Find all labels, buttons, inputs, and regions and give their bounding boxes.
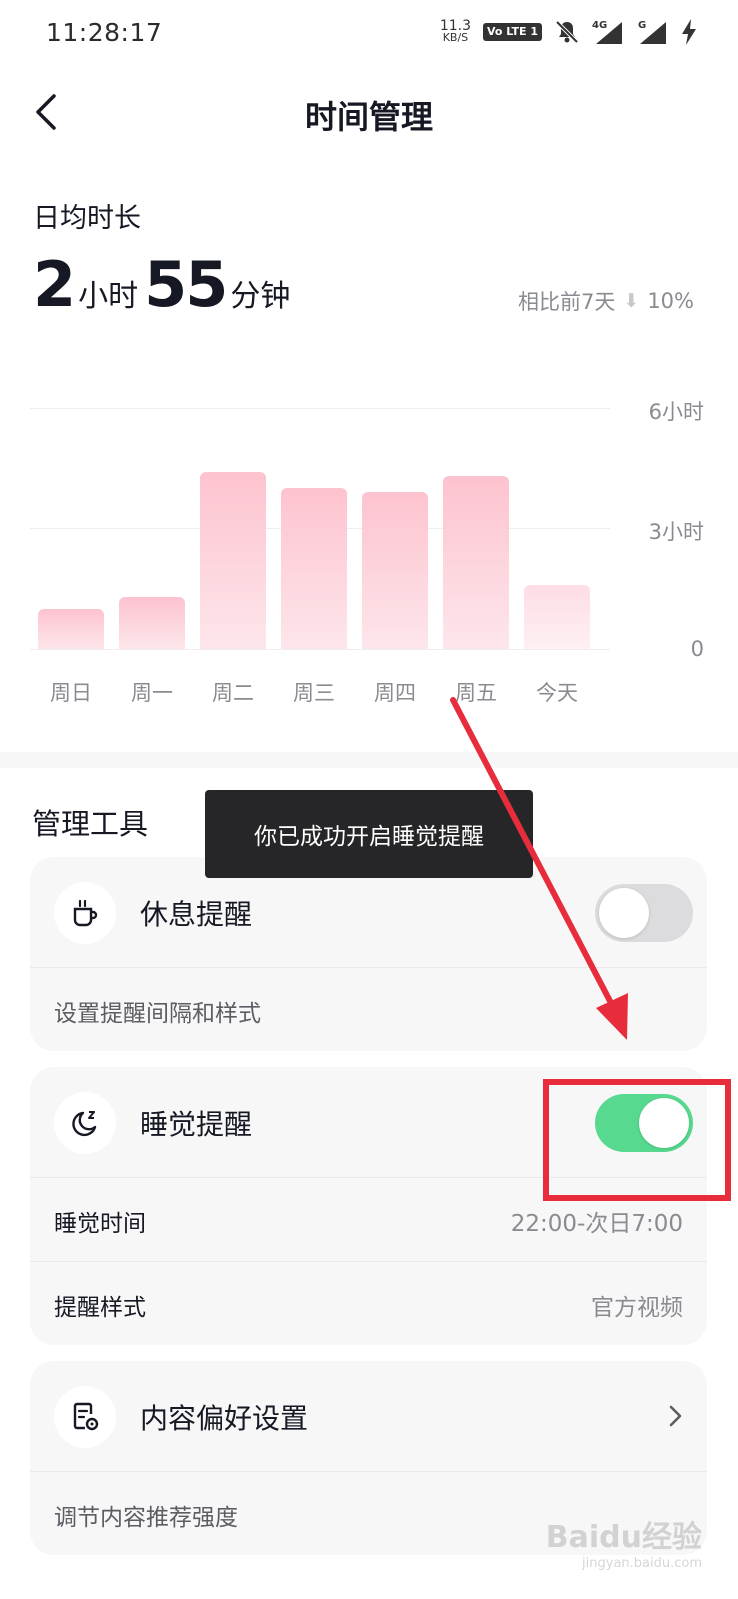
status-icons: 11.3 KB/S Vo LTE 1 4G G: [440, 18, 698, 46]
content-preference-title: 内容偏好设置: [140, 1402, 309, 1435]
daily-average-label: 日均时长: [33, 203, 141, 234]
down-arrow-icon: ⬇: [623, 290, 640, 312]
hours-unit: 小时: [78, 279, 139, 314]
chart-bar: [362, 492, 428, 649]
signal-g-icon: G: [638, 20, 666, 44]
x-tick-label: 周二: [212, 681, 254, 705]
signal-4g-icon: 4G: [592, 20, 622, 44]
rest-reminder-card: 休息提醒 设置提醒间隔和样式: [30, 857, 707, 1051]
bell-off-icon: [555, 20, 579, 44]
reminder-style-label: 提醒样式: [54, 1295, 146, 1321]
watermark-domain: jingyan.baidu.com: [582, 1556, 702, 1571]
reminder-style-value: 官方视频: [591, 1295, 683, 1321]
charging-bolt-icon: [682, 19, 696, 45]
comparison: 相比前7天 ⬇ 10%: [518, 286, 694, 316]
moon-sleep-icon: [54, 1092, 116, 1154]
chart-bar: [524, 584, 590, 649]
x-tick-label: 周一: [131, 681, 173, 705]
y-tick-label: 0: [690, 637, 704, 661]
x-tick-label: 周四: [374, 681, 416, 705]
minutes-number: 55: [144, 248, 228, 321]
rest-reminder-settings-row[interactable]: 设置提醒间隔和样式: [30, 967, 707, 1051]
reminder-style-row[interactable]: 提醒样式 官方视频: [30, 1261, 707, 1345]
x-tick-label: 周日: [50, 681, 92, 705]
svg-text:G: G: [638, 20, 646, 31]
chart-bar: [200, 472, 266, 649]
network-speed: 11.3 KB/S: [439, 18, 471, 44]
gridline-baseline: [30, 649, 610, 650]
x-tick-label: 周三: [293, 681, 335, 705]
coffee-cup-icon: [54, 882, 116, 944]
annotation-highlight-box: [543, 1079, 731, 1201]
gridline-top: [30, 408, 610, 409]
baidu-watermark: Baidu经验 jingyan.baidu.com: [546, 1512, 702, 1571]
document-settings-icon: [54, 1386, 116, 1448]
chart-bar: [281, 488, 347, 649]
watermark-brand: Baidu经验: [545, 1520, 702, 1555]
chart-bar: [38, 608, 104, 649]
sleep-time-label: 睡觉时间: [54, 1211, 146, 1237]
sleep-time-value: 22:00-次日7:00: [510, 1211, 683, 1237]
toast-message: 你已成功开启睡觉提醒: [205, 790, 533, 878]
y-tick-label: 6小时: [648, 400, 704, 424]
volte-icon: Vo LTE 1: [483, 23, 542, 41]
chart-bar: [443, 476, 509, 649]
chart-bar: [119, 596, 185, 649]
nav-bar: 时间管理: [0, 70, 738, 156]
sleep-reminder-title: 睡觉提醒: [140, 1108, 253, 1141]
chevron-right-icon: [669, 1405, 682, 1427]
y-tick-label: 3小时: [648, 520, 704, 544]
content-preference-row[interactable]: 内容偏好设置: [30, 1361, 707, 1471]
section-divider: [0, 752, 738, 768]
x-tick-label: 周五: [455, 681, 497, 705]
rest-reminder-toggle[interactable]: [595, 884, 693, 942]
rest-reminder-title: 休息提醒: [140, 898, 253, 931]
minutes-unit: 分钟: [230, 279, 291, 314]
hours-number: 2: [33, 248, 76, 321]
content-preference-subtitle: 调节内容推荐强度: [54, 1505, 238, 1531]
daily-average-value: 2 小时 55 分钟: [33, 248, 296, 321]
usage-bar-chart: 6小时 3小时 0 周日 周一 周二 周三 周四 周五 今天: [0, 380, 738, 720]
svg-text:4G: 4G: [592, 20, 607, 31]
x-tick-label: 今天: [536, 681, 578, 705]
comparison-label: 相比前7天: [518, 290, 616, 314]
section-title: 管理工具: [32, 807, 149, 841]
status-time: 11:28:17: [46, 18, 163, 47]
toggle-knob: [599, 888, 649, 938]
rest-reminder-subtitle: 设置提醒间隔和样式: [54, 1001, 261, 1027]
comparison-change: 10%: [647, 289, 694, 313]
status-bar: 11:28:17 11.3 KB/S Vo LTE 1 4G G: [0, 0, 738, 70]
page-title: 时间管理: [304, 98, 433, 136]
